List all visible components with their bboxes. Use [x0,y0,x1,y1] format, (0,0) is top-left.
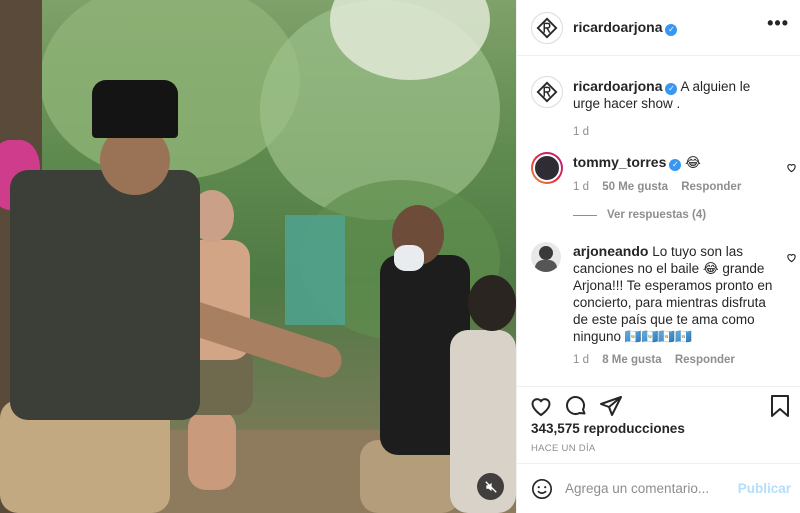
view-count[interactable]: 343,575 reproducciones [531,421,685,436]
emoji-icon[interactable] [531,478,553,500]
comment-likes[interactable]: 50 Me gusta [602,181,668,193]
video-person [188,410,236,490]
comment-text: 😂 [685,155,701,170]
comment-icon[interactable] [564,394,588,418]
reply-button[interactable]: Responder [675,354,735,366]
verified-badge-icon: ✓ [665,24,678,36]
share-icon[interactable] [599,394,623,418]
post-header: ricardoarjona ✓ ••• [517,0,800,56]
more-options-button[interactable]: ••• [767,14,789,32]
mute-icon [484,480,497,493]
commenter-avatar[interactable] [531,242,561,272]
video-person [468,275,516,331]
reply-button[interactable]: Responder [681,181,741,193]
caption-username[interactable]: ricardoarjona [573,78,662,94]
commenter-avatar[interactable] [531,152,563,184]
replies-divider [573,215,597,216]
comment-text: Lo tuyo son las canciones no el baile 😂 … [573,244,773,344]
action-bar [517,386,800,426]
comment-item: arjoneando Lo tuyo son las canciones no … [573,243,773,366]
caption: ricardoarjona ✓ A alguien le urge hacer s… [573,78,773,138]
caption-avatar[interactable] [531,76,563,108]
video-person [394,245,424,271]
verified-badge-icon: ✓ [669,159,682,171]
heart-icon[interactable] [786,162,797,173]
heart-icon[interactable] [529,394,553,418]
post-time[interactable]: HACE UN DÍA [531,443,596,454]
comment-composer: Agrega un comentario... Publicar [517,463,800,513]
post-side-panel: ricardoarjona ✓ ••• ricardoarjona ✓ A algu… [516,0,800,513]
author-username[interactable]: ricardoarjona [573,19,662,35]
bookmark-icon[interactable] [769,394,791,418]
mute-button[interactable] [477,473,504,500]
comment-likes[interactable]: 8 Me gusta [602,354,661,366]
post-comment-button[interactable]: Publicar [738,481,791,496]
comment-input[interactable]: Agrega un comentario... [565,481,709,496]
comment-item: tommy_torres ✓ 😂 1 d 50 Me gusta Responde… [573,154,773,193]
caption-time[interactable]: 1 d [573,126,589,138]
author-avatar[interactable] [531,12,563,44]
verified-badge-icon: ✓ [665,83,678,95]
comment-username[interactable]: tommy_torres [573,154,666,170]
heart-icon[interactable] [786,252,797,263]
comment-time[interactable]: 1 d [573,181,589,193]
video-teal-structure [285,215,345,325]
video-person [10,170,200,420]
comment-time[interactable]: 1 d [573,354,589,366]
ra-logo-icon [536,17,558,39]
video-player[interactable] [0,0,516,513]
comment-username[interactable]: arjoneando [573,243,648,259]
view-replies-button[interactable]: Ver respuestas (4) [607,209,706,221]
ra-logo-icon [536,81,558,103]
video-person [92,80,178,138]
comments-section: ricardoarjona ✓ A alguien le urge hacer s… [517,56,800,386]
